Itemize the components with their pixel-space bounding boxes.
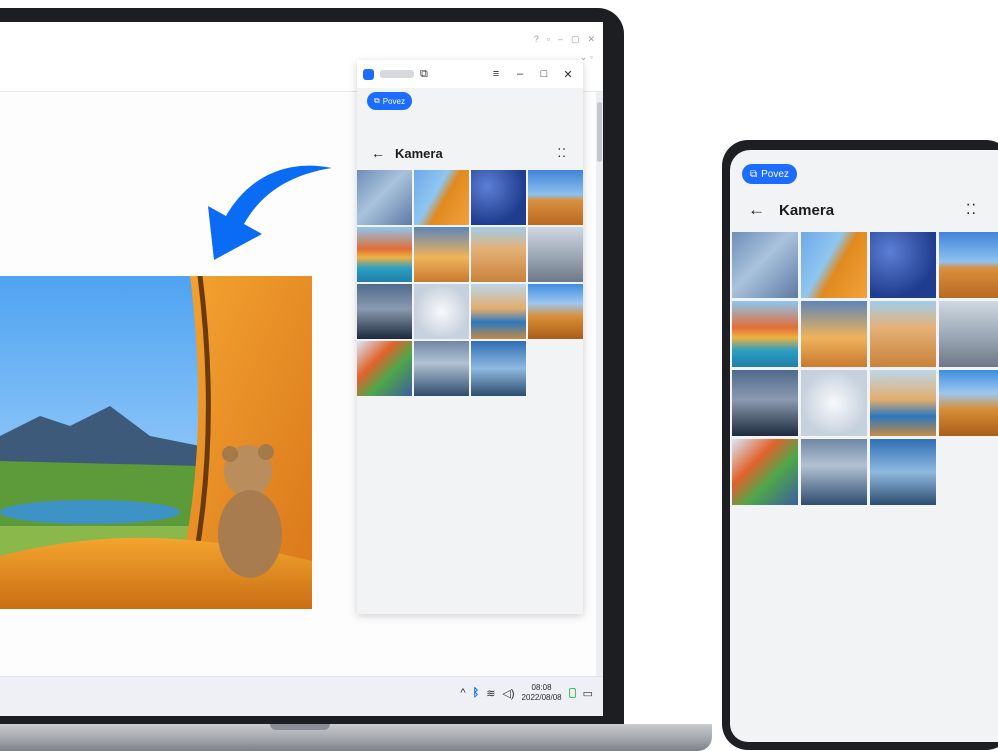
laptop-notch	[270, 724, 330, 730]
album-header: ← Kamera ⁚⁚	[730, 198, 998, 222]
photo-thumbnail-dandelion[interactable]	[801, 370, 867, 436]
notification-icon[interactable]: ▭	[583, 687, 593, 700]
photo-grid	[732, 232, 998, 505]
photo-thumbnail-canal-city[interactable]	[357, 227, 412, 282]
more-icon[interactable]: ⁚⁚	[557, 146, 567, 160]
wifi-icon[interactable]: ≋	[486, 687, 495, 700]
dragged-photo[interactable]	[0, 276, 312, 609]
photo-thumbnail-blueberries[interactable]	[471, 170, 526, 225]
album-title: Kamera	[779, 201, 835, 219]
connect-chip[interactable]: ⧉ Povez	[367, 92, 412, 110]
back-arrow-icon[interactable]: ←	[371, 145, 385, 161]
photo-thumbnail-canal-city[interactable]	[732, 301, 798, 367]
connect-chip-label: Povez	[382, 96, 405, 106]
multi-screen-icon: ⧉	[374, 96, 380, 105]
connect-chip-label: Povez	[761, 168, 789, 180]
window-controls[interactable]: ? ▫ – ▢ ✕	[534, 34, 595, 45]
laptop-base	[0, 724, 712, 751]
bluetooth-icon[interactable]: ᛒ	[473, 687, 480, 699]
volume-icon[interactable]: ◁)	[502, 687, 514, 700]
photo-thumbnail-desert-dune[interactable]	[528, 170, 583, 225]
drag-arrow-icon	[208, 165, 332, 260]
help-icon[interactable]: ?	[534, 34, 539, 45]
close-icon[interactable]: ✕	[559, 68, 577, 81]
minimize-icon[interactable]: –	[511, 68, 529, 80]
tent-photo-image	[0, 276, 312, 609]
photo-thumbnail-tent-view[interactable]	[414, 170, 469, 225]
stage: ? ▫ – ▢ ✕ ⌄ ◦ ^ ᛒ ≋ ◁) 08:08 2022/08/08 …	[0, 0, 998, 751]
album-title: Kamera	[395, 145, 443, 161]
restore-icon[interactable]: ▫	[547, 34, 550, 45]
photo-thumbnail-sunset-sky[interactable]	[801, 301, 867, 367]
pin-icon[interactable]: ⧉	[420, 68, 428, 81]
scrollbar-thumb[interactable]	[597, 102, 602, 162]
photo-thumbnail-camels-dunes[interactable]	[528, 284, 583, 339]
photo-thumbnail-camel-caravan[interactable]	[870, 301, 936, 367]
photo-thumbnail-desert-river[interactable]	[471, 284, 526, 339]
photo-thumbnail-coast-islands[interactable]	[870, 439, 936, 505]
document-scrollbar[interactable]	[596, 92, 603, 682]
close-icon[interactable]: ✕	[587, 34, 595, 45]
photo-thumbnail-pier-night[interactable]	[414, 341, 469, 396]
photo-thumbnail-desert-river[interactable]	[870, 370, 936, 436]
maximize-icon[interactable]: ▢	[571, 34, 580, 45]
back-arrow-icon[interactable]: ←	[748, 200, 765, 220]
maximize-icon[interactable]: □	[535, 68, 553, 80]
clock[interactable]: 08:08 2022/08/08	[522, 683, 562, 703]
system-tray: ^ ᛒ ≋ ◁) 08:08 2022/08/08 ▭	[460, 683, 593, 703]
phone: ⧉ Povez ← Kamera ⁚⁚	[722, 140, 998, 750]
photo-thumbnail-desert-dune[interactable]	[939, 232, 998, 298]
photo-thumbnail-camel-caravan[interactable]	[471, 227, 526, 282]
phone-mirror-window: ⧉ ≡ – □ ✕ ⧉ Povez ← Kamera ⁚⁚	[357, 60, 583, 614]
clock-time: 08:08	[531, 683, 552, 692]
phone-screen: ⧉ Povez ← Kamera ⁚⁚	[730, 150, 998, 742]
photo-thumbnail-sunset-sky[interactable]	[414, 227, 469, 282]
multi-screen-icon	[363, 68, 374, 80]
clock-date: 2022/08/08	[521, 693, 562, 702]
multi-screen-icon: ⧉	[750, 168, 758, 180]
photo-thumbnail-coast-islands[interactable]	[471, 341, 526, 396]
minimize-icon[interactable]: –	[558, 34, 563, 45]
photo-thumbnail-fishing-net[interactable]	[357, 284, 412, 339]
more-icon[interactable]: ⁚⁚	[966, 201, 977, 218]
photo-thumbnail-blueberries[interactable]	[870, 232, 936, 298]
taskbar: ^ ᛒ ≋ ◁) 08:08 2022/08/08 ▭	[0, 676, 603, 716]
photo-thumbnail-dandelion[interactable]	[414, 284, 469, 339]
connect-chip[interactable]: ⧉ Povez	[742, 164, 797, 184]
photo-thumbnail-skier[interactable]	[732, 439, 798, 505]
photo-thumbnail-succulent[interactable]	[732, 232, 798, 298]
photo-thumbnail-cliff-jumper[interactable]	[528, 227, 583, 282]
photo-thumbnail-succulent[interactable]	[357, 170, 412, 225]
device-name-redacted	[380, 70, 414, 78]
photo-thumbnail-pier-night[interactable]	[801, 439, 867, 505]
chevron-up-icon[interactable]: ^	[460, 687, 465, 699]
photo-grid	[357, 170, 583, 396]
photo-thumbnail-cliff-jumper[interactable]	[939, 301, 998, 367]
phone-link-icon[interactable]	[568, 688, 576, 698]
menu-icon[interactable]: ≡	[487, 68, 505, 80]
photo-thumbnail-fishing-net[interactable]	[732, 370, 798, 436]
photo-thumbnail-camels-dunes[interactable]	[939, 370, 998, 436]
photo-thumbnail-skier[interactable]	[357, 341, 412, 396]
photo-thumbnail-tent-view[interactable]	[801, 232, 867, 298]
mirror-titlebar: ⧉ ≡ – □ ✕	[357, 60, 583, 88]
album-header: ← Kamera ⁚⁚	[357, 142, 583, 164]
